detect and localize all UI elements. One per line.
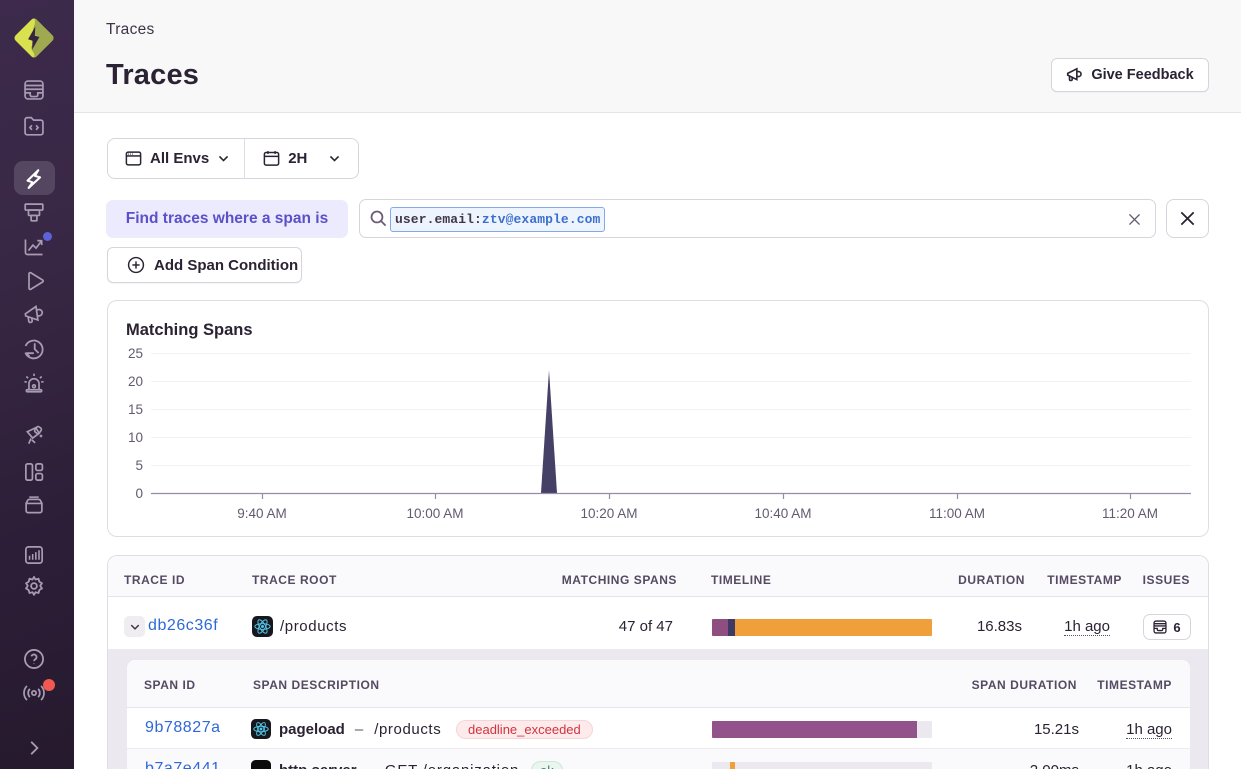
svg-text:11:00 AM: 11:00 AM	[929, 506, 985, 521]
svg-text:20: 20	[128, 374, 143, 389]
svg-text:25: 25	[128, 346, 143, 361]
svg-text:0: 0	[135, 486, 143, 501]
svg-text:10:00 AM: 10:00 AM	[406, 506, 463, 521]
svg-text:9:40 AM: 9:40 AM	[237, 506, 287, 521]
svg-text:5: 5	[135, 458, 143, 473]
svg-text:10:40 AM: 10:40 AM	[754, 506, 811, 521]
svg-text:10:20 AM: 10:20 AM	[580, 506, 637, 521]
svg-text:11:20 AM: 11:20 AM	[1102, 506, 1158, 521]
svg-text:10: 10	[128, 430, 143, 445]
svg-text:15: 15	[128, 402, 143, 417]
